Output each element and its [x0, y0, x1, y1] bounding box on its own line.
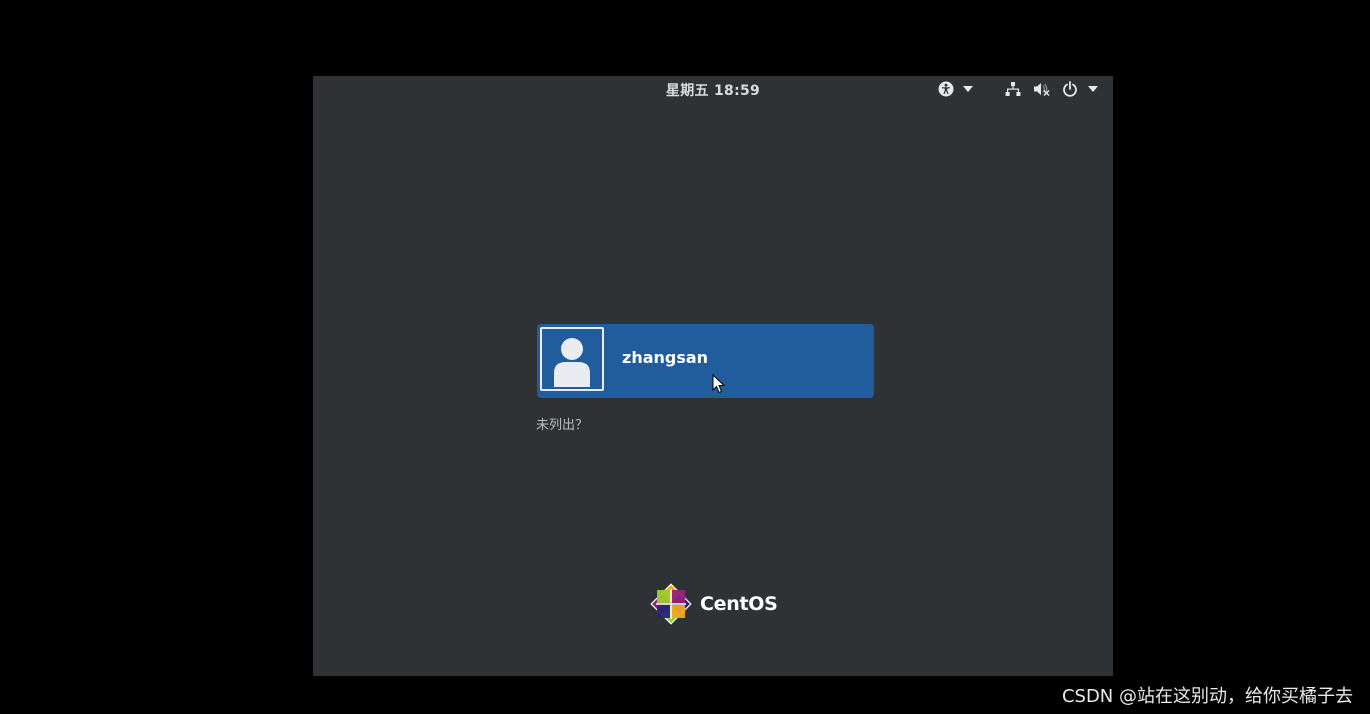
accessibility-icon[interactable] — [936, 81, 956, 97]
watermark: CSDN @站在这别动，给你买橘子去 — [1061, 686, 1353, 707]
chevron-down-icon[interactable] — [962, 81, 974, 97]
vm-screen: 星期五 18:59 zhangsan 未列出？ CentOS — [313, 76, 1113, 676]
centos-logo-text: CentOS — [700, 593, 778, 615]
user-list-item[interactable]: zhangsan — [537, 324, 874, 398]
clock[interactable]: 星期五 18:59 — [313, 80, 1113, 100]
username-label: zhangsan — [622, 348, 709, 367]
centos-logo: CentOS — [649, 582, 778, 626]
volume-muted-icon[interactable] — [1032, 81, 1052, 97]
network-icon[interactable] — [1004, 81, 1022, 97]
centos-logo-icon — [650, 583, 692, 625]
user-avatar-icon — [540, 327, 604, 391]
top-bar: 星期五 18:59 — [313, 76, 1113, 102]
not-listed-link[interactable]: 未列出？ — [536, 414, 588, 433]
chevron-down-icon[interactable] — [1087, 81, 1099, 97]
mouse-pointer-icon — [712, 373, 726, 398]
power-icon[interactable] — [1061, 81, 1079, 97]
